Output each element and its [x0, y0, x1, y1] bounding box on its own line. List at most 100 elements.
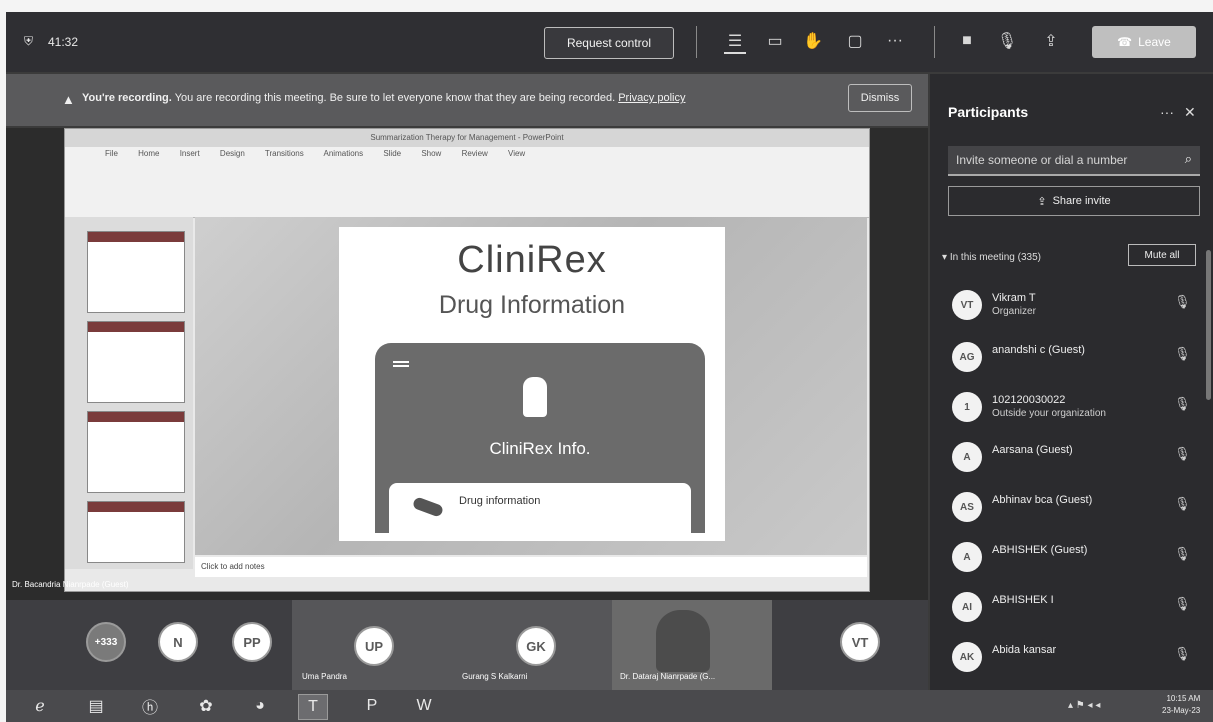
app-card: CliniRex Info. Drug information: [375, 343, 705, 533]
participants-icon[interactable]: ☰: [724, 30, 746, 54]
slide-thumbnail[interactable]: [87, 321, 185, 403]
powerpoint-window: Summarization Therapy for Management - P…: [64, 128, 870, 592]
raise-hand-icon[interactable]: ✋: [802, 30, 824, 52]
mic-icon[interactable]: 🎙: [996, 30, 1018, 52]
slide-thumbnail[interactable]: [87, 501, 185, 563]
chat-icon[interactable]: ▭: [764, 30, 786, 52]
card-inner: Drug information: [389, 483, 691, 533]
presenter-label: Dr. Bacandria Nianrpade (Guest): [12, 580, 129, 589]
share-invite-label: Share invite: [1052, 195, 1111, 207]
ribbon-tab[interactable]: Animations: [324, 149, 384, 158]
slide-canvas: CliniRex Drug Information CliniRex Info.…: [195, 217, 867, 555]
overflow-avatar[interactable]: +333: [86, 622, 126, 662]
ribbon-tab[interactable]: File: [105, 149, 138, 158]
participant-row[interactable]: AI ABHISHEK I 🎙: [930, 586, 1200, 634]
avatar: AS: [952, 492, 982, 522]
slide-thumbnail[interactable]: [87, 231, 185, 313]
participant-name: 102120030022: [992, 394, 1066, 406]
rooms-icon[interactable]: ▢: [844, 30, 866, 52]
word-icon[interactable]: W: [410, 694, 438, 718]
invite-field[interactable]: ⌕: [948, 146, 1200, 176]
mic-off-icon: 🎙: [1174, 546, 1191, 561]
card-inner-text: Drug information: [459, 495, 541, 507]
ribbon-tab[interactable]: Slide Show: [383, 149, 461, 158]
avatar: AG: [952, 342, 982, 372]
mic-off-icon: 🎙: [1174, 446, 1191, 461]
avatar: VT: [952, 290, 982, 320]
system-clock[interactable]: 10:15 AM 23-May-23: [1162, 693, 1200, 717]
tray-icons[interactable]: ▴ ⚑ ◂ ◂: [1068, 700, 1100, 711]
pill-icon: [411, 496, 445, 518]
ribbon-tab[interactable]: Design: [220, 149, 265, 158]
slide-thumbnail[interactable]: [87, 411, 185, 493]
notes-pane[interactable]: Click to add notes: [195, 557, 867, 577]
ribbon-tab[interactable]: Insert: [180, 149, 220, 158]
avatar: 1: [952, 392, 982, 422]
ribbon-tabs: File Home Insert Design Transitions Anim…: [105, 149, 525, 158]
camera-icon[interactable]: ■: [956, 30, 978, 52]
participant-row[interactable]: 1 102120030022 Outside your organization…: [930, 386, 1200, 434]
phone-icon: ☎: [1117, 35, 1133, 49]
folder-icon[interactable]: ▤: [82, 694, 110, 718]
share-invite-button[interactable]: ⇪ Share invite: [948, 186, 1200, 216]
gimp-icon[interactable]: ◕: [246, 694, 274, 718]
hp-icon[interactable]: ⓗ: [136, 694, 164, 718]
card-name: CliniRex Info.: [489, 439, 591, 458]
avatar: GK: [516, 626, 556, 666]
panel-title: Participants: [948, 104, 1029, 120]
recording-message: You're recording. You are recording this…: [82, 92, 685, 104]
leave-button[interactable]: ☎ Leave: [1092, 26, 1196, 58]
more-icon[interactable]: ···: [884, 30, 906, 52]
mic-off-icon: 🎙: [1174, 294, 1191, 309]
ribbon-tab[interactable]: Home: [138, 149, 180, 158]
share-icon[interactable]: ⇪: [1040, 30, 1062, 52]
mute-all-button[interactable]: Mute all: [1128, 244, 1196, 266]
scrollbar[interactable]: [1206, 250, 1211, 400]
request-control-button[interactable]: Request control: [544, 27, 674, 59]
participant-row[interactable]: AG anandshi c (Guest) 🎙: [930, 336, 1200, 384]
slide-subtitle: Drug Information: [438, 291, 626, 319]
participant-role: Outside your organization: [992, 408, 1106, 419]
toolbar-divider: [934, 26, 935, 58]
mic-off-icon: 🎙: [1174, 396, 1191, 411]
participant-row[interactable]: A ABHISHEK (Guest) 🎙: [930, 536, 1200, 584]
avatar: UP: [354, 626, 394, 666]
slide-brand: CliniRex: [457, 239, 607, 281]
participant-row[interactable]: AK Abida kansar 🎙: [930, 636, 1200, 684]
ribbon-tab[interactable]: Review: [462, 149, 508, 158]
teams-icon[interactable]: T: [298, 694, 328, 720]
current-slide: CliniRex Drug Information CliniRex Info.…: [339, 227, 725, 541]
participant-strip: +333 N PP UP Uma Pandra GK Gurang S Kalk…: [6, 600, 928, 690]
privacy-policy-link[interactable]: Privacy policy: [618, 92, 685, 104]
powerpoint-icon[interactable]: P: [358, 694, 386, 718]
invite-input[interactable]: [948, 146, 1168, 174]
tile-name: Dr. Dataraj Nianrpade (G...: [620, 672, 716, 681]
participant-row[interactable]: VT Vikram T Organizer 🎙: [930, 284, 1200, 332]
slide-thumbnails: [65, 217, 193, 569]
participants-panel: Participants ··· ✕ ⌕ ⇪ Share invite ▾ In…: [930, 74, 1213, 690]
ribbon-tab[interactable]: View: [508, 149, 525, 158]
ribbon-tab[interactable]: Transitions: [265, 149, 324, 158]
tile-name: Gurang S Kalkarni: [462, 672, 528, 681]
recording-text: You are recording this meeting. Be sure …: [174, 92, 616, 104]
participant-name: anandshi c (Guest): [992, 344, 1085, 356]
bottle-icon: [523, 377, 547, 417]
close-icon[interactable]: ✕: [1184, 104, 1196, 121]
search-icon[interactable]: ⌕: [1185, 151, 1192, 167]
participant-name: Aarsana (Guest): [992, 444, 1073, 456]
participant-role: Organizer: [992, 306, 1036, 317]
recording-banner: ▲ You're recording. You are recording th…: [6, 74, 928, 126]
paint-icon[interactable]: ✿: [192, 694, 220, 718]
windows-taskbar: ℯ ▤ ⓗ ✿ ◕ T P W ▴ ⚑ ◂ ◂ 10:15 AM 23-May-…: [6, 690, 1213, 722]
mic-off-icon: 🎙: [1174, 646, 1191, 661]
more-icon[interactable]: ···: [1160, 104, 1174, 120]
ie-icon[interactable]: ℯ: [26, 694, 54, 718]
participant-row[interactable]: AS Abhinav bca (Guest) 🎙: [930, 486, 1200, 534]
section-header[interactable]: ▾ In this meeting (335): [942, 252, 1041, 263]
participant-name: ABHISHEK I: [992, 594, 1054, 606]
participant-video: [656, 610, 710, 672]
dismiss-button[interactable]: Dismiss: [848, 84, 912, 112]
participant-row[interactable]: A Aarsana (Guest) 🎙: [930, 436, 1200, 484]
meeting-toolbar: ⛨ 41:32 Request control ☰ ▭ ✋ ▢ ··· ■ 🎙 …: [6, 12, 1213, 72]
leave-label: Leave: [1138, 35, 1171, 49]
